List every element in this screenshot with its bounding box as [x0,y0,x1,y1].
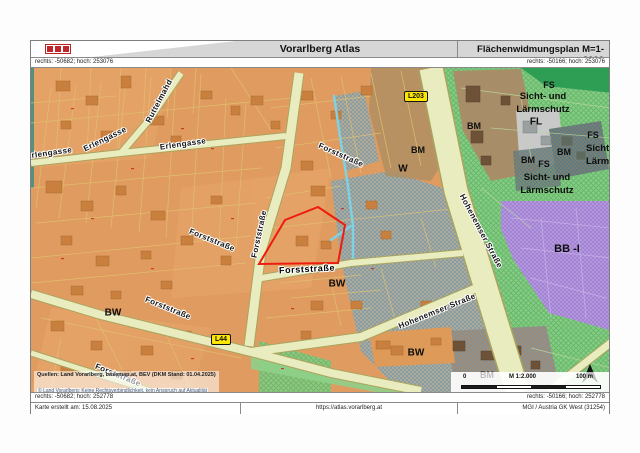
zone-label: BB -I [554,243,580,255]
zone-label: BM [411,145,425,155]
scale-ratio: M 1:2.000 [509,374,536,380]
zone-label: FL [530,117,542,128]
zone-label: FS [538,159,550,169]
zone-label: BW [408,348,425,359]
scale-bar-segments [461,385,601,389]
zone-label: BM [467,121,481,131]
noise-protection-label: Sicht- undLärmschutz [516,90,569,116]
map-attribution: Quellen: Land Vorarlberg, basemap.at, BE… [34,371,219,393]
plan-title: Flächenwidmungsplan M=1-2000 [457,41,609,57]
footer-url: https://atlas.vorarlberg.at [241,403,457,414]
noise-protection-line: Lärmschutz [520,184,573,197]
zone-label: FS [587,130,599,140]
noise-protection-label: Sicht- undLärmschutz [520,171,573,197]
coord-top-right: rechts: -50166; hoch: 253076 [527,58,605,67]
scale-bar: 0 M 1:2.000 100 m [451,372,609,392]
noise-protection-line: Lärmschutz [516,103,569,116]
zone-label: BM [557,147,571,157]
noise-protection-label: Sicht- undLärmschutz [586,142,609,168]
print-sheet: Vorarlberg Atlas Flächenwidmungsplan M=1… [30,40,610,414]
map-canvas [31,68,609,393]
zone-label: FS [543,80,555,90]
road-sign-l44: L44 [211,334,231,345]
scale-zero: 0 [463,374,466,380]
noise-protection-line: Sicht- und [516,90,569,103]
zone-label: W [398,164,407,175]
zone-label: BW [105,308,122,319]
noise-protection-line: Lärmschutz [586,155,609,168]
footer-created-date: Karte erstellt am: 15.08.2025 [31,403,241,414]
noise-protection-line: Sicht- und [586,142,609,155]
footer-bar: Karte erstellt am: 15.08.2025 https://at… [31,403,609,414]
zone-edge-sliver [31,68,34,188]
attribution-sources: Quellen: Land Vorarlberg, basemap.at, BE… [37,372,216,379]
header-bar: Vorarlberg Atlas Flächenwidmungsplan M=1… [31,41,609,58]
zone-label: BM [521,155,535,165]
coordinate-strip-top: rechts: -50682; hoch: 253076 rechts: -50… [31,58,609,68]
coord-bottom-left: rechts: -50682; hoch: 252778 [35,393,113,402]
zone-label: BW [329,279,346,290]
scale-length: 100 m [576,374,593,380]
coord-top-left: rechts: -50682; hoch: 253076 [35,58,113,67]
coordinate-strip-bottom: rechts: -50682; hoch: 252778 rechts: -50… [31,393,609,403]
road-sign-l203: L203 [404,91,428,102]
footer-crs: MGI / Austria GK West (31254) [457,403,609,414]
map-viewport[interactable]: ErlengasseErlengasseErlengasseRuttelmahd… [31,68,609,393]
coord-bottom-right: rechts: -50166; hoch: 252778 [527,393,605,402]
noise-protection-line: Sicht- und [520,171,573,184]
